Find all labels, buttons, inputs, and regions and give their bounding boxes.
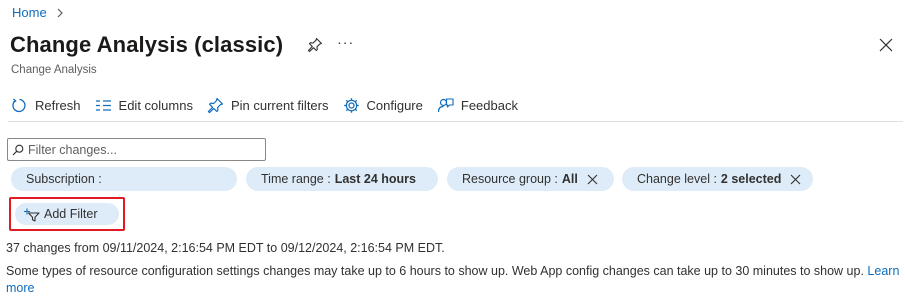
info-note: Some types of resource configuration set…: [6, 263, 901, 297]
command-bar: Refresh Edit columns Pin current filters…: [11, 94, 532, 116]
filter-changes-input[interactable]: [28, 142, 258, 157]
columns-icon: [95, 99, 111, 111]
add-filter-button[interactable]: Add Filter: [15, 203, 119, 225]
refresh-button[interactable]: Refresh: [11, 97, 81, 114]
resource-group-filter-label: Resource group :: [462, 172, 558, 186]
refresh-label: Refresh: [35, 97, 81, 113]
page-title: Change Analysis (classic): [10, 32, 284, 57]
close-icon[interactable]: [879, 38, 893, 52]
changes-summary: 37 changes from 09/11/2024, 2:16:54 PM E…: [6, 241, 445, 255]
feedback-label: Feedback: [460, 97, 518, 113]
pin-icon[interactable]: [307, 37, 323, 53]
time-range-filter-value: Last 24 hours: [334, 172, 416, 186]
feedback-icon: [437, 97, 454, 112]
more-options-button[interactable]: ···: [337, 34, 354, 50]
resource-group-filter-pill[interactable]: Resource group : All: [447, 167, 614, 191]
edit-columns-label: Edit columns: [118, 97, 193, 113]
remove-filter-icon[interactable]: [790, 174, 801, 185]
filter-changes-field[interactable]: [7, 138, 266, 161]
add-filter-icon: [24, 208, 40, 222]
breadcrumb-home-link[interactable]: Home: [12, 5, 47, 20]
info-note-text: Some types of resource configuration set…: [6, 264, 864, 278]
change-level-filter-value: 2 selected: [720, 172, 782, 186]
remove-filter-icon[interactable]: [587, 174, 598, 185]
add-filter-label: Add Filter: [44, 207, 98, 221]
page-subtitle: Change Analysis: [11, 64, 97, 76]
pin-filters-label: Pin current filters: [230, 97, 329, 113]
edit-columns-button[interactable]: Edit columns: [95, 97, 193, 114]
time-range-filter-pill[interactable]: Time range : Last 24 hours: [246, 167, 438, 191]
resource-group-filter-value: All: [561, 172, 578, 186]
chevron-right-icon: [57, 8, 63, 17]
subscription-filter-label: Subscription :: [26, 172, 102, 186]
feedback-button[interactable]: Feedback: [437, 97, 518, 114]
search-icon: [12, 144, 24, 155]
title-row: Change Analysis (classic) ···: [10, 32, 354, 58]
configure-label: Configure: [366, 97, 423, 113]
toolbar-divider: [8, 121, 903, 122]
subscription-filter-pill[interactable]: Subscription :: [11, 167, 237, 191]
gear-icon: [343, 97, 359, 113]
configure-button[interactable]: Configure: [343, 97, 423, 114]
time-range-filter-label: Time range :: [261, 172, 331, 186]
refresh-icon: [12, 98, 26, 112]
change-level-filter-label: Change level :: [637, 172, 717, 186]
breadcrumb: Home: [12, 5, 65, 20]
add-filter-highlight: Add Filter: [9, 197, 125, 231]
pin-filters-button[interactable]: Pin current filters: [207, 97, 329, 114]
pin-icon: [207, 97, 224, 113]
change-level-filter-pill[interactable]: Change level : 2 selected: [622, 167, 813, 191]
